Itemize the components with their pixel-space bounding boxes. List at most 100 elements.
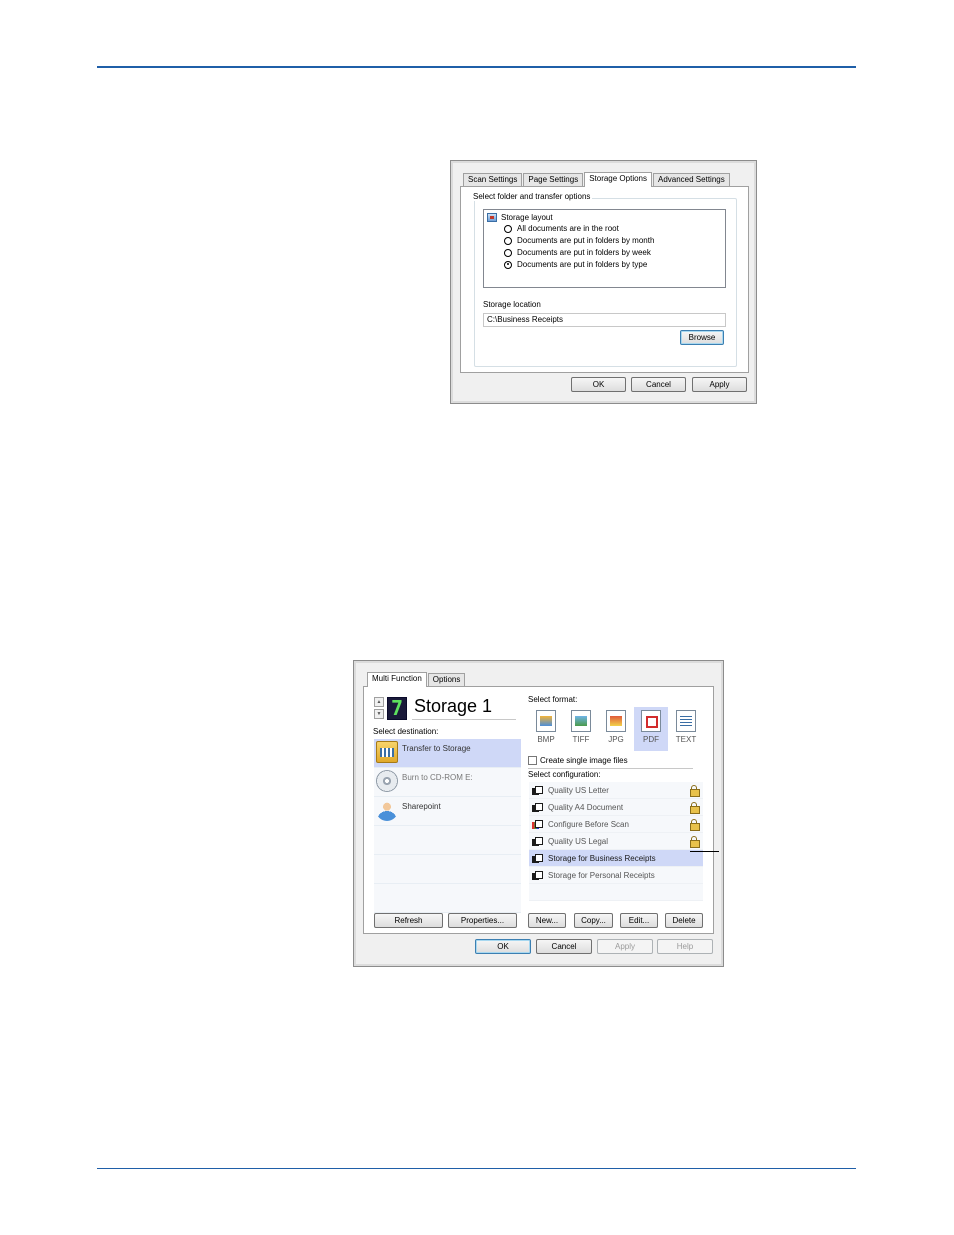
radio-root[interactable]: All documents are in the root <box>504 224 619 233</box>
format-list: BMP TIFF JPG PDF TEXT <box>529 707 704 751</box>
radio-label: Documents are put in folders by type <box>517 260 648 269</box>
config-label: Quality A4 Document <box>548 802 624 812</box>
spin-down-icon[interactable]: ▼ <box>374 709 384 719</box>
format-pdf[interactable]: PDF <box>634 707 668 751</box>
cancel-button[interactable]: Cancel <box>631 377 686 392</box>
storage-layout-tree: Storage layout All documents are in the … <box>483 209 726 288</box>
format-bmp[interactable]: BMP <box>529 707 563 751</box>
bw-scan-icon <box>532 802 543 812</box>
browse-button[interactable]: Browse <box>680 330 724 345</box>
format-label: TEXT <box>675 735 697 744</box>
destination-sharepoint[interactable]: Sharepoint <box>374 797 521 826</box>
single-image-checkbox-row[interactable]: Create single image files <box>528 756 628 765</box>
destination-label: Sharepoint <box>402 802 441 811</box>
config-configure-before-scan[interactable]: Configure Before Scan <box>529 816 703 833</box>
sharepoint-icon <box>376 799 398 821</box>
help-button[interactable]: Help <box>657 939 713 954</box>
destination-title: Storage 1 <box>414 696 493 716</box>
destination-spinner[interactable]: ▲ ▼ <box>374 697 384 719</box>
bw-scan-icon <box>532 836 543 846</box>
apply-button[interactable]: Apply <box>692 377 747 392</box>
tab-page-settings[interactable]: Page Settings <box>523 173 584 186</box>
properties-button[interactable]: Properties... <box>448 913 517 928</box>
refresh-button[interactable]: Refresh <box>374 913 443 928</box>
config-quality-us-letter[interactable]: Quality US Letter <box>529 782 703 799</box>
storage-location-input[interactable]: C:\Business Receipts <box>483 313 726 327</box>
config-label: Configure Before Scan <box>548 819 629 829</box>
apply-button[interactable]: Apply <box>597 939 653 954</box>
radio-button[interactable] <box>504 248 512 257</box>
tab-strip: Scan Settings Page Settings Storage Opti… <box>463 172 731 187</box>
group-title: Select folder and transfer options <box>471 192 593 201</box>
radio-by-type[interactable]: Documents are put in folders by type <box>504 260 647 269</box>
tiff-icon <box>571 710 591 732</box>
tab-scan-settings[interactable]: Scan Settings <box>463 173 523 186</box>
format-label: TIFF <box>572 735 590 744</box>
bw-scan-icon <box>532 870 543 880</box>
format-label: BMP <box>537 735 555 744</box>
destination-label: Burn to CD-ROM E: <box>402 773 473 782</box>
text-icon <box>676 710 696 732</box>
header-rule <box>97 66 856 68</box>
config-label: Storage for Personal Receipts <box>548 870 655 880</box>
radio-label: All documents are in the root <box>517 224 619 233</box>
destination-transfer-to-storage[interactable]: Transfer to Storage <box>374 739 521 768</box>
color-scan-icon <box>532 819 543 829</box>
lock-icon <box>690 785 700 797</box>
jpg-icon <box>606 710 626 732</box>
config-quality-a4-document[interactable]: Quality A4 Document <box>529 799 703 816</box>
cancel-button[interactable]: Cancel <box>536 939 592 954</box>
config-storage-business-receipts[interactable]: Storage for Business Receipts <box>529 850 703 867</box>
new-button[interactable]: New... <box>528 913 566 928</box>
storage-icon <box>376 741 398 763</box>
tab-panel: ▲ ▼ 7 Storage 1 Select destination: Tran… <box>363 686 714 934</box>
destination-label: Transfer to Storage <box>402 744 471 753</box>
radio-label: Documents are put in folders by week <box>517 248 651 257</box>
bw-scan-icon <box>532 785 543 795</box>
bmp-icon <box>536 710 556 732</box>
radio-by-month[interactable]: Documents are put in folders by month <box>504 236 654 245</box>
format-tiff[interactable]: TIFF <box>564 707 598 751</box>
copy-button[interactable]: Copy... <box>574 913 613 928</box>
radio-button[interactable] <box>504 236 512 245</box>
cd-icon <box>376 770 398 792</box>
single-image-checkbox[interactable] <box>528 756 537 765</box>
tab-storage-options[interactable]: Storage Options <box>584 172 652 187</box>
format-label: JPG <box>608 735 624 744</box>
radio-button-selected[interactable] <box>504 260 512 269</box>
divider <box>528 768 693 769</box>
ok-button[interactable]: OK <box>571 377 626 392</box>
config-storage-personal-receipts[interactable]: Storage for Personal Receipts <box>529 867 703 884</box>
ok-button[interactable]: OK <box>475 939 531 954</box>
tab-advanced-settings[interactable]: Advanced Settings <box>653 173 730 186</box>
storage-layout-icon <box>487 213 497 222</box>
list-item <box>529 884 703 901</box>
config-label: Quality US Legal <box>548 836 609 846</box>
format-jpg[interactable]: JPG <box>599 707 633 751</box>
config-label: Quality US Letter <box>548 785 609 795</box>
checkbox-label: Create single image files <box>540 756 628 765</box>
tree-root-label: Storage layout <box>501 213 553 222</box>
radio-label: Documents are put in folders by month <box>517 236 655 245</box>
configuration-list: Quality US Letter Quality A4 Document Co… <box>529 782 703 902</box>
radio-by-week[interactable]: Documents are put in folders by week <box>504 248 651 257</box>
list-item <box>374 826 521 855</box>
delete-button[interactable]: Delete <box>665 913 703 928</box>
storage-options-dialog: Scan Settings Page Settings Storage Opti… <box>450 160 757 404</box>
spin-up-icon[interactable]: ▲ <box>374 697 384 707</box>
tab-options[interactable]: Options <box>427 673 466 686</box>
radio-button[interactable] <box>504 224 512 233</box>
footer-rule <box>97 1168 856 1169</box>
lock-icon <box>690 819 700 831</box>
select-destination-label: Select destination: <box>373 727 439 736</box>
callout-line <box>690 851 719 852</box>
tab-multi-function[interactable]: Multi Function <box>367 672 427 687</box>
config-quality-us-legal[interactable]: Quality US Legal <box>529 833 703 850</box>
list-item <box>374 855 521 884</box>
destination-number: 7 <box>387 697 407 720</box>
lock-icon <box>690 802 700 814</box>
destination-burn-to-cd[interactable]: Burn to CD-ROM E: <box>374 768 521 797</box>
destination-list: Transfer to Storage Burn to CD-ROM E: Sh… <box>374 739 521 913</box>
edit-button[interactable]: Edit... <box>620 913 658 928</box>
format-text[interactable]: TEXT <box>669 707 703 751</box>
